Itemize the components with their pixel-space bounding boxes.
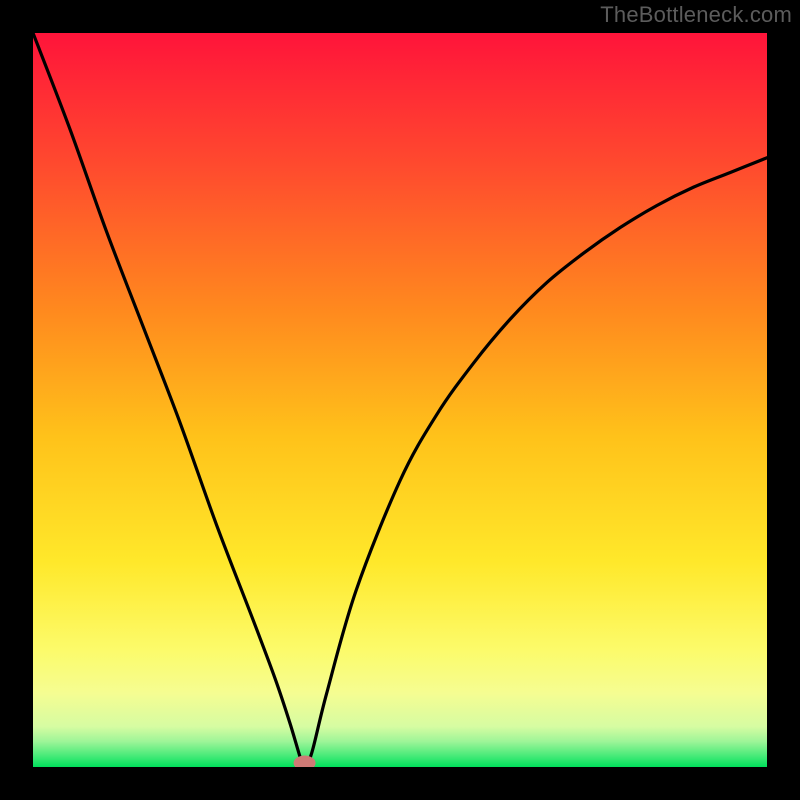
bottleneck-chart <box>33 33 767 767</box>
plot-area <box>33 33 767 767</box>
gradient-background <box>33 33 767 767</box>
chart-frame: TheBottleneck.com <box>0 0 800 800</box>
watermark-label: TheBottleneck.com <box>600 2 792 28</box>
